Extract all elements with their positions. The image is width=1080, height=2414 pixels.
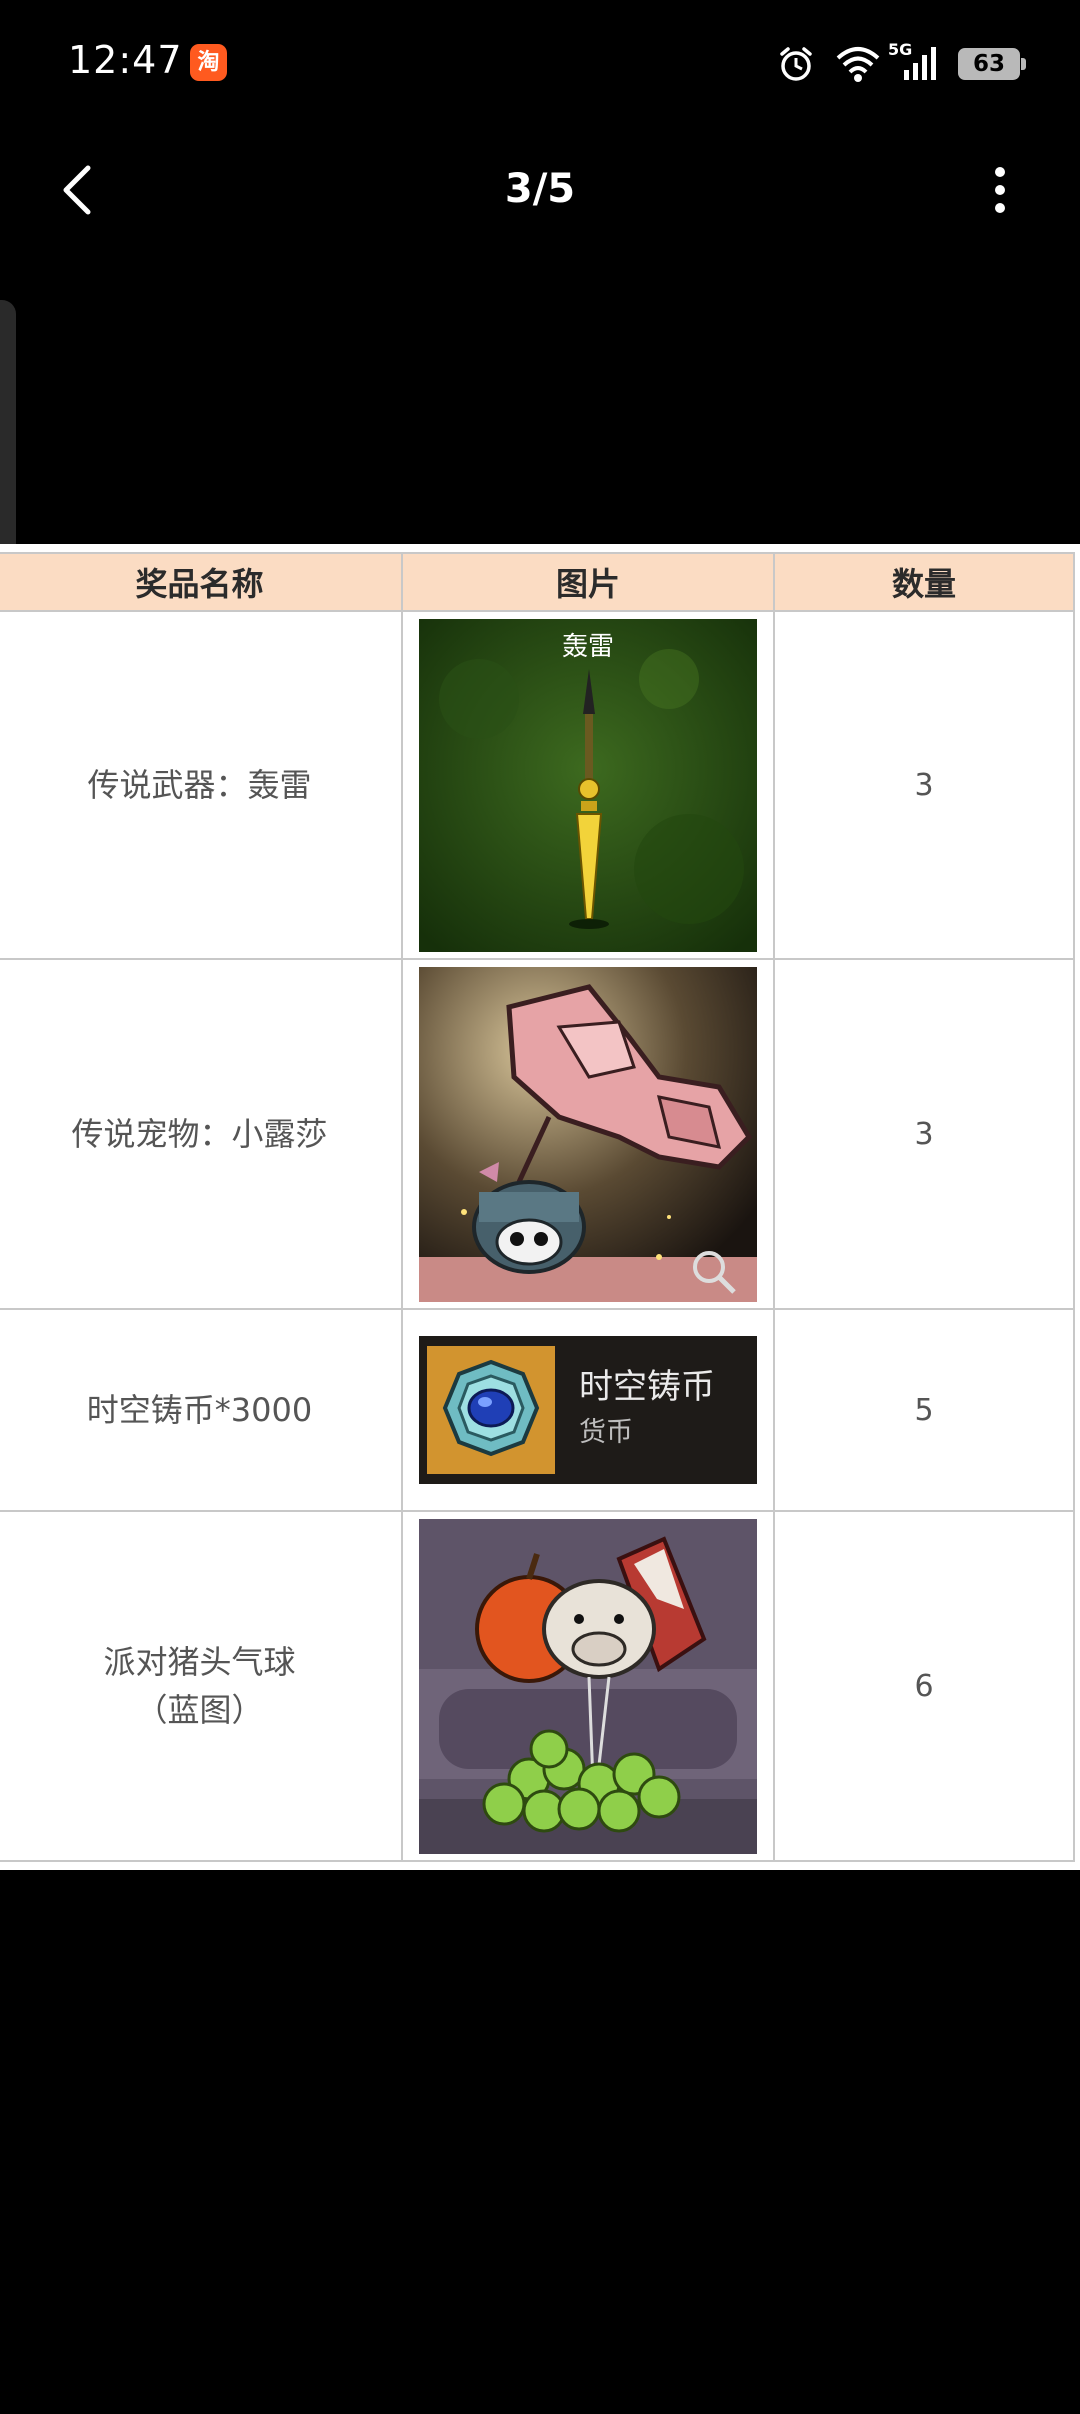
page-counter: 3/5 bbox=[504, 166, 576, 212]
prize-name-line: （蓝图） bbox=[135, 1691, 264, 1729]
status-bar: 12:47 淘 5G 63 bbox=[0, 0, 1080, 125]
header-prize-name: 奖品名称 bbox=[0, 552, 403, 612]
coin-title: 时空铸币 bbox=[579, 1367, 715, 1407]
battery-icon: 63 bbox=[958, 48, 1026, 80]
viewed-image[interactable]: 奖品名称 图片 数量 传说武器：轰雷 轰雷 3 传说宠物：小露莎 3 时空铸币*… bbox=[0, 544, 1080, 1870]
pig-head-balloon-icon bbox=[419, 1518, 757, 1854]
viewer-top-bar: 3/5 bbox=[0, 140, 1080, 245]
status-icons: 63 bbox=[776, 42, 1026, 86]
table-row: 派对猪头气球 （蓝图） 6 bbox=[0, 1510, 1075, 1862]
spacetime-coin-icon: 时空铸币 货币 bbox=[419, 1336, 757, 1484]
prize-name-cell: 派对猪头气球 （蓝图） bbox=[0, 1510, 403, 1862]
prize-name-cell: 时空铸币*3000 bbox=[0, 1308, 403, 1512]
status-time: 12:47 bbox=[68, 38, 183, 82]
image-caption: 轰雷 bbox=[562, 632, 614, 662]
prize-name-cell: 传说宠物：小露莎 bbox=[0, 958, 403, 1310]
header-quantity: 数量 bbox=[773, 552, 1075, 612]
quantity-cell: 5 bbox=[773, 1308, 1075, 1512]
header-image: 图片 bbox=[401, 552, 775, 612]
taobao-notification-icon: 淘 bbox=[190, 44, 227, 81]
pet-girl-umbrella-icon bbox=[419, 966, 757, 1302]
image-viewer-screen: 12:47 淘 5G 63 3/5 奖品名称 图片 数量 传说武器：轰雷 轰雷 … bbox=[0, 0, 1080, 2414]
cell-signal-icon bbox=[904, 47, 936, 80]
prize-image-cell: 时空铸币 货币 bbox=[401, 1308, 775, 1512]
quantity-cell: 6 bbox=[773, 1510, 1075, 1862]
prize-image-cell: 轰雷 bbox=[401, 610, 775, 960]
quantity-cell: 3 bbox=[773, 958, 1075, 1310]
table-row: 传说宠物：小露莎 3 bbox=[0, 958, 1075, 1310]
more-options-icon[interactable] bbox=[970, 160, 1030, 220]
prize-table: 奖品名称 图片 数量 传说武器：轰雷 轰雷 3 传说宠物：小露莎 3 时空铸币*… bbox=[0, 552, 1075, 1862]
table-row: 传说武器：轰雷 轰雷 3 bbox=[0, 610, 1075, 960]
coin-subtitle: 货币 bbox=[579, 1417, 633, 1448]
alarm-icon bbox=[780, 47, 812, 81]
prize-name-cell: 传说武器：轰雷 bbox=[0, 610, 403, 960]
prize-image-cell bbox=[401, 1510, 775, 1862]
table-header-row: 奖品名称 图片 数量 bbox=[0, 552, 1075, 612]
prize-name-line: 派对猪头气球 bbox=[103, 1643, 296, 1681]
golden-spear-icon: 轰雷 bbox=[419, 618, 757, 952]
wifi-icon bbox=[836, 47, 880, 82]
quantity-cell: 3 bbox=[773, 610, 1075, 960]
prize-image-cell bbox=[401, 958, 775, 1310]
table-row: 时空铸币*3000 时空铸币 货币 5 bbox=[0, 1308, 1075, 1512]
